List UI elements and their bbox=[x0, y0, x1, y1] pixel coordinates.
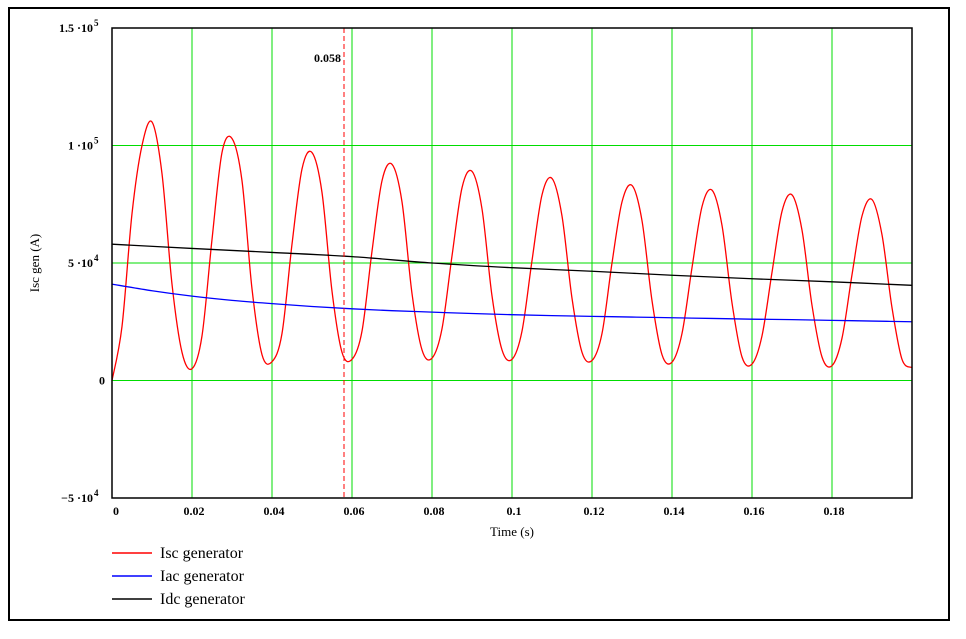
legend-label: Isc generator bbox=[160, 545, 244, 562]
y-tick-exponent: 4 bbox=[94, 253, 99, 263]
chart: 0.058 0 0.02 0.04 0.06 0.08 0.1 0.12 0.14 0.16 0.… bbox=[27, 18, 913, 608]
y-tick-exponent: 4 bbox=[94, 488, 99, 498]
x-tick-label: 0.16 bbox=[744, 504, 765, 518]
x-tick-label: 0.06 bbox=[344, 504, 365, 518]
y-tick-exponent: 5 bbox=[94, 18, 99, 28]
x-axis-title: Time (s) bbox=[490, 524, 534, 539]
x-tick-labels: 0 0.02 0.04 0.06 0.08 0.1 0.12 0.14 0.16 0.18 bbox=[113, 504, 845, 518]
x-tick-label: 0.18 bbox=[824, 504, 845, 518]
legend-label: Iac generator bbox=[160, 568, 245, 585]
y-tick-exponent: 5 bbox=[94, 136, 99, 146]
x-tick-label: 0.02 bbox=[184, 504, 205, 518]
y-tick-label: −5 ·10 bbox=[61, 491, 93, 505]
y-tick-labels: 1.5 ·10 51 ·10 55 ·10 40−5 ·10 4 bbox=[59, 18, 105, 505]
legend: Isc generator Iac generator Idc generator bbox=[112, 545, 246, 608]
y-axis-title: Isc gen (A) bbox=[27, 234, 42, 292]
y-tick-label: 1.5 ·10 bbox=[59, 21, 93, 35]
y-tick-label: 5 ·10 bbox=[68, 256, 93, 270]
x-tick-label: 0.04 bbox=[264, 504, 285, 518]
x-tick-label: 0.14 bbox=[664, 504, 685, 518]
legend-label: Idc generator bbox=[160, 591, 246, 608]
y-tick-label: 0 bbox=[99, 374, 105, 388]
x-tick-label: 0.1 bbox=[507, 504, 522, 518]
x-tick-label: 0.12 bbox=[584, 504, 605, 518]
y-tick-label: 1 ·10 bbox=[68, 139, 93, 153]
marker-label: 0.058 bbox=[314, 51, 341, 65]
x-tick-label: 0 bbox=[113, 504, 119, 518]
x-tick-label: 0.08 bbox=[424, 504, 445, 518]
